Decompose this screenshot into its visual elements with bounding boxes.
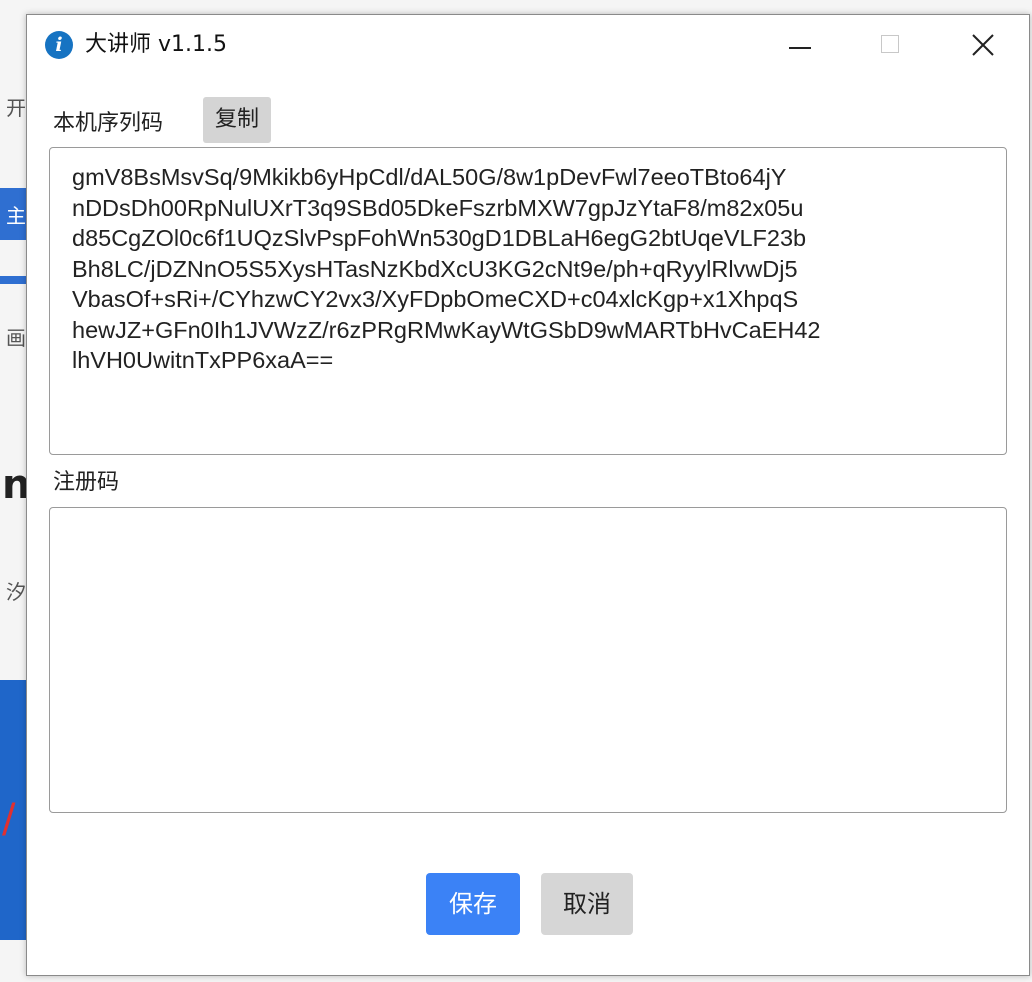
background-divider [0, 276, 26, 284]
copy-button[interactable]: 复制 [203, 97, 271, 143]
cancel-button[interactable]: 取消 [541, 873, 633, 935]
registration-label: 注册码 [53, 470, 120, 495]
serial-textarea[interactable]: gmV8BsMsvSq/9Mkikb6yHpCdl/dAL50G/8w1pDev… [49, 147, 1007, 455]
serial-line: Bh8LC/jDZNnO5S5XysHTasNzKbdXcU3KG2cNt9e/… [72, 255, 798, 282]
minimize-button[interactable] [771, 23, 831, 67]
serial-line: nDDsDh00RpNulUXrT3q9SBd05DkeFszrbMXW7gpJ… [72, 194, 804, 221]
serial-label: 本机序列码 [53, 111, 164, 136]
serial-line: hewJZ+GFn0Ih1JVWzZ/r6zPRgRMwKayWtGSbD9wM… [72, 316, 821, 343]
background-fragment: 开 [6, 96, 26, 120]
info-icon: i [45, 31, 73, 59]
registration-textarea[interactable] [49, 507, 1007, 813]
background-blue-panel: / [0, 680, 26, 940]
background-fragment: 画 [6, 326, 26, 350]
serial-line: lhVH0UwitnTxPP6xaA== [72, 347, 334, 373]
title-bar[interactable]: i 大讲师 v1.1.5 [27, 15, 1029, 77]
background-blue-tab: 主 [0, 188, 26, 240]
window-title: 大讲师 v1.1.5 [85, 32, 227, 57]
background-fragment: / [2, 796, 16, 842]
serial-line: d85CgZOl0c6f1UQzSlvPspFohWn530gD1DBLaH6e… [72, 225, 807, 251]
background-fragment: 汐 [6, 580, 26, 604]
serial-line: VbasOf+sRi+/CYhzwCY2vx3/XyFDpbOmeCXD+c04… [72, 286, 799, 312]
close-icon [972, 34, 994, 56]
background-fragment: 主 [6, 204, 26, 228]
save-button[interactable]: 保存 [426, 873, 520, 935]
serial-line: gmV8BsMsvSq/9Mkikb6yHpCdl/dAL50G/8w1pDev… [72, 164, 787, 190]
license-dialog: i 大讲师 v1.1.5 本机序列码 复制 gmV8BsMsvSq/9Mkikb… [26, 14, 1030, 976]
close-button[interactable] [953, 23, 1013, 67]
maximize-button[interactable] [861, 23, 921, 67]
